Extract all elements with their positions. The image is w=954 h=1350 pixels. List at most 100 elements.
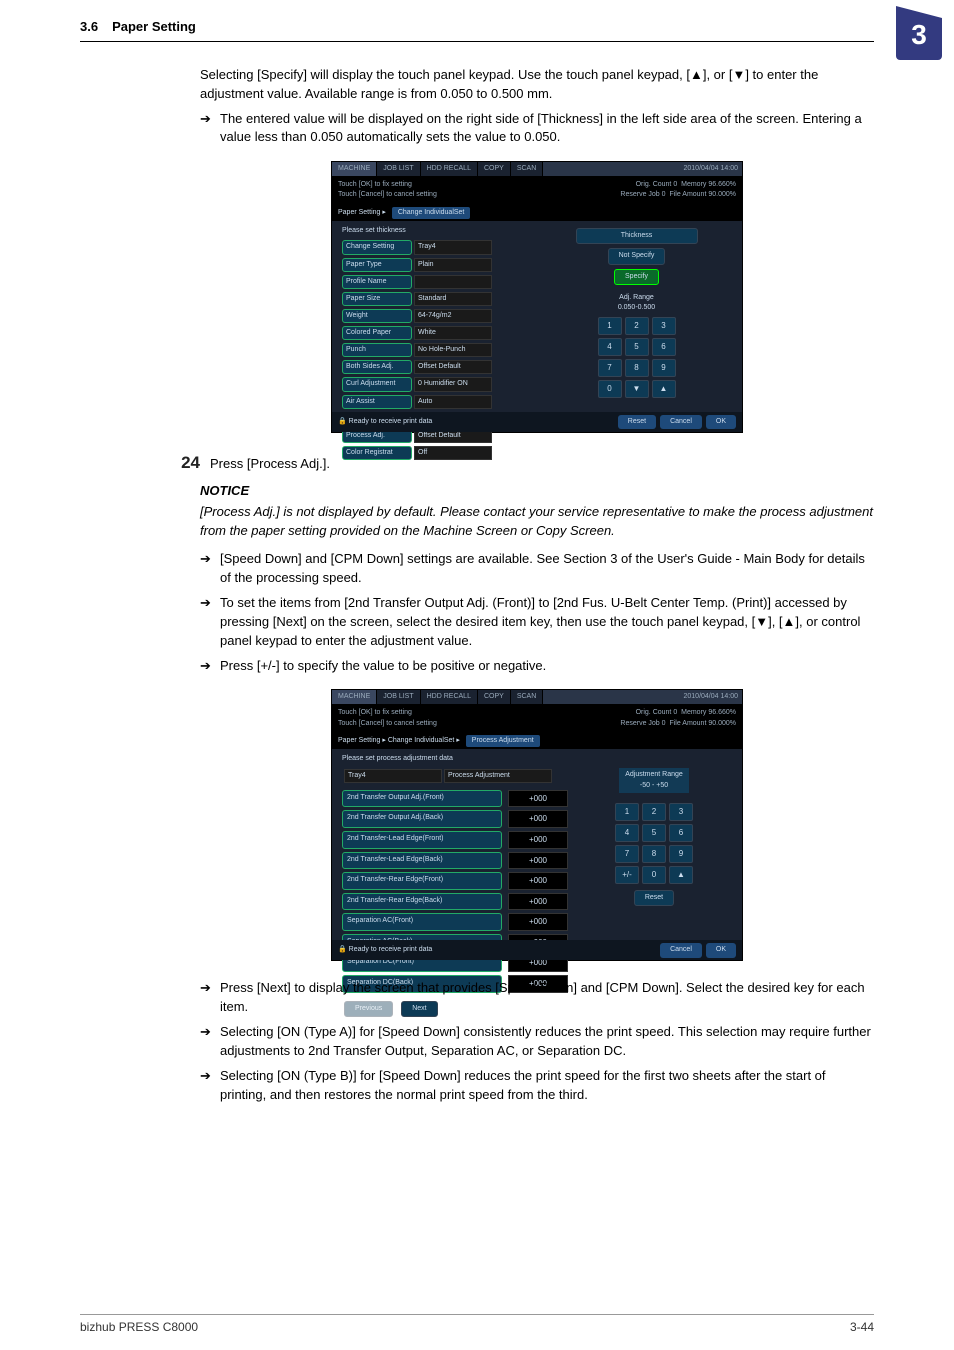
tab-scan[interactable]: SCAN xyxy=(511,162,543,176)
info-line-1: Touch [OK] to fix setting xyxy=(338,708,437,718)
adj-value: +000 xyxy=(508,913,568,931)
tab-copy[interactable]: COPY xyxy=(478,162,511,176)
file-label: File Amount xyxy=(669,720,706,727)
keypad-key[interactable]: ▲ xyxy=(669,866,693,884)
res-label: Reserve Job xyxy=(620,191,659,198)
keypad-key[interactable]: 8 xyxy=(642,845,666,863)
keypad-key[interactable]: 4 xyxy=(598,338,622,356)
footer-right: 3-44 xyxy=(850,1319,874,1336)
setting-label[interactable]: Punch xyxy=(342,343,412,357)
step-number: 24 xyxy=(170,451,200,476)
intro-paragraph: Selecting [Specify] will display the tou… xyxy=(200,66,874,104)
adj-item[interactable]: 2nd Transfer-Rear Edge(Back) xyxy=(342,893,502,911)
adj-value: +000 xyxy=(508,790,568,808)
header-rule xyxy=(80,41,874,42)
breadcrumb-2: Change IndividualSet xyxy=(388,736,455,746)
setting-label[interactable]: Air Assist xyxy=(342,395,412,409)
tray-label: Tray4 xyxy=(414,240,492,254)
not-specify-button[interactable]: Not Specify xyxy=(608,248,666,264)
pa-label: Process Adjustment xyxy=(444,769,552,783)
adj-value: +000 xyxy=(508,893,568,911)
thickness-header: Thickness xyxy=(576,228,698,244)
setting-value: White xyxy=(414,326,492,340)
res-val: 0 xyxy=(662,191,666,198)
reset-button[interactable]: Reset xyxy=(634,890,674,906)
setting-label[interactable]: Curl Adjustment xyxy=(342,377,412,391)
setting-label[interactable]: Paper Size xyxy=(342,292,412,306)
adj-item[interactable]: Separation AC(Front) xyxy=(342,913,502,931)
keypad-key[interactable]: 4 xyxy=(615,824,639,842)
adj-value: +000 xyxy=(508,852,568,870)
tab-hdd[interactable]: HDD RECALL xyxy=(421,690,478,704)
tab-joblist[interactable]: JOB LIST xyxy=(377,162,420,176)
keypad-key[interactable]: 5 xyxy=(625,338,649,356)
breadcrumb-3: Process Adjustment xyxy=(466,735,540,747)
cancel-button[interactable]: Cancel xyxy=(660,943,702,957)
status-text: Ready to receive print data xyxy=(349,946,433,953)
adj-item[interactable]: 2nd Transfer-Lead Edge(Front) xyxy=(342,831,502,849)
cancel-button[interactable]: Cancel xyxy=(660,415,702,429)
setting-value: No Hole-Punch xyxy=(414,343,492,357)
notice-heading: NOTICE xyxy=(200,482,874,501)
change-setting-tab[interactable]: Change Setting xyxy=(342,240,412,254)
setting-label[interactable]: Both Sides Adj. xyxy=(342,360,412,374)
mem-val: 96.660% xyxy=(708,709,736,716)
keypad-key[interactable]: 7 xyxy=(598,359,622,377)
keypad-key[interactable]: 2 xyxy=(625,317,649,335)
specify-button[interactable]: Specify xyxy=(614,269,659,285)
note-text: Please set process adjustment data xyxy=(338,750,572,768)
tab-machine[interactable]: MACHINE xyxy=(332,162,377,176)
setting-label[interactable]: Profile Name xyxy=(342,275,412,289)
setting-value: 0 Humidifier ON xyxy=(414,377,492,391)
setting-label[interactable]: Color Registrat xyxy=(342,446,412,460)
keypad-key[interactable]: 3 xyxy=(652,317,676,335)
setting-value: Auto xyxy=(414,395,492,409)
setting-label[interactable]: Weight xyxy=(342,309,412,323)
file-val: 90.000% xyxy=(708,191,736,198)
tab-scan[interactable]: SCAN xyxy=(511,690,543,704)
adj-item[interactable]: 2nd Transfer-Lead Edge(Back) xyxy=(342,852,502,870)
setting-value: 64-74g/m2 xyxy=(414,309,492,323)
adj-item[interactable]: 2nd Transfer-Rear Edge(Front) xyxy=(342,872,502,890)
orig-val: 0 xyxy=(673,181,677,188)
keypad-key[interactable]: 1 xyxy=(615,803,639,821)
reset-button[interactable]: Reset xyxy=(618,415,656,429)
keypad-key[interactable]: +/- xyxy=(615,866,639,884)
keypad-key[interactable]: 9 xyxy=(669,845,693,863)
keypad-key[interactable]: 0 xyxy=(642,866,666,884)
setting-label[interactable]: Colored Paper xyxy=(342,326,412,340)
tab-hdd[interactable]: HDD RECALL xyxy=(421,162,478,176)
setting-value: Plain xyxy=(414,258,492,272)
info-line-1: Touch [OK] to fix setting xyxy=(338,180,437,190)
ok-button[interactable]: OK xyxy=(706,415,736,429)
setting-value: Standard xyxy=(414,292,492,306)
adj-item[interactable]: 2nd Transfer Output Adj.(Back) xyxy=(342,810,502,828)
keypad-key[interactable]: 2 xyxy=(642,803,666,821)
adj-item[interactable]: 2nd Transfer Output Adj.(Front) xyxy=(342,790,502,808)
adj-range-value: -50 - +50 xyxy=(625,781,683,791)
keypad-key[interactable]: 5 xyxy=(642,824,666,842)
keypad-key[interactable]: 0 xyxy=(598,380,622,398)
keypad-key[interactable]: 6 xyxy=(669,824,693,842)
tab-machine[interactable]: MACHINE xyxy=(332,690,377,704)
keypad-key[interactable]: 3 xyxy=(669,803,693,821)
tray-label: Tray4 xyxy=(344,769,442,783)
notice-body: [Process Adj.] is not displayed by defau… xyxy=(200,503,874,541)
keypad-key[interactable]: ▼ xyxy=(625,380,649,398)
mem-label: Memory xyxy=(681,709,706,716)
keypad-key[interactable]: 1 xyxy=(598,317,622,335)
keypad-key[interactable]: 9 xyxy=(652,359,676,377)
keypad-key[interactable]: 7 xyxy=(615,845,639,863)
tab-joblist[interactable]: JOB LIST xyxy=(377,690,420,704)
setting-label[interactable]: Paper Type xyxy=(342,258,412,272)
tab-copy[interactable]: COPY xyxy=(478,690,511,704)
adj-value: +000 xyxy=(508,872,568,890)
setting-value: Off xyxy=(414,446,492,460)
keypad-key[interactable]: 6 xyxy=(652,338,676,356)
keypad-key[interactable]: 8 xyxy=(625,359,649,377)
keypad-key[interactable]: ▲ xyxy=(652,380,676,398)
info-line-2: Touch [Cancel] to cancel setting xyxy=(338,190,437,200)
file-label: File Amount xyxy=(669,191,706,198)
note-text: Please set thickness xyxy=(342,226,533,236)
ok-button[interactable]: OK xyxy=(706,943,736,957)
